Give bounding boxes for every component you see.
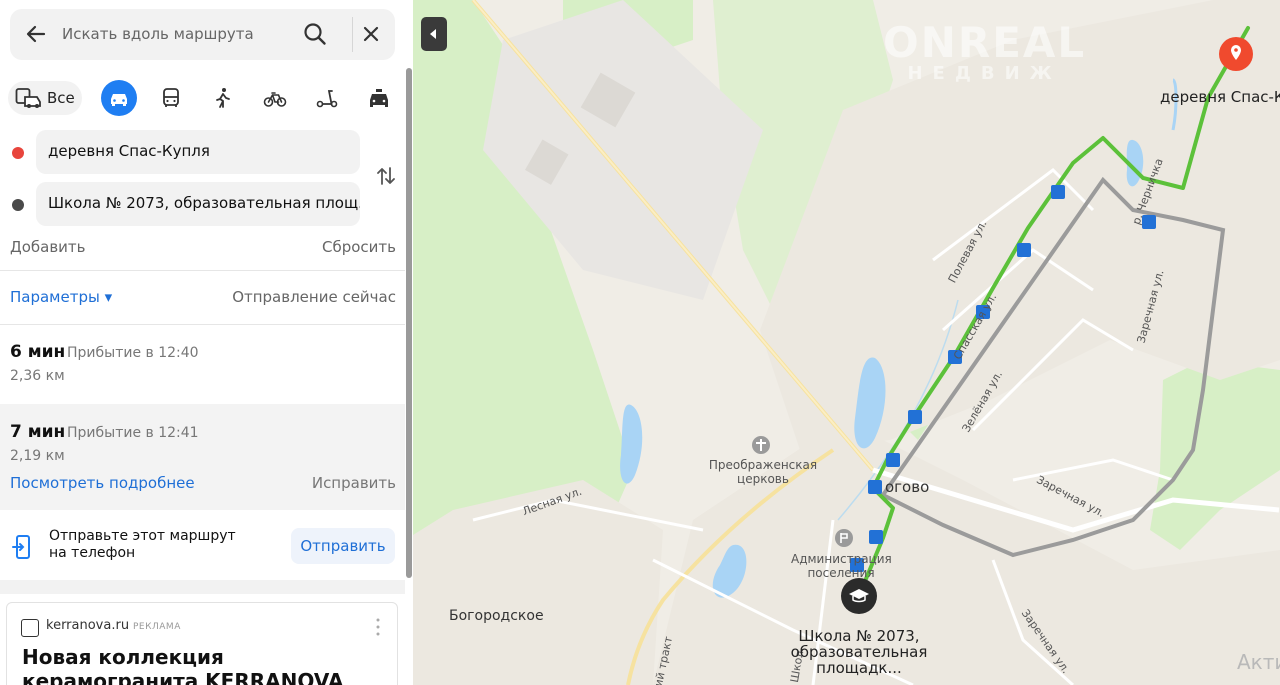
- route-distance: 2,19 км: [10, 448, 65, 464]
- ad-title[interactable]: Новая коллекция керамогранита KERRANOVA: [22, 645, 392, 685]
- route-point-from: деревня Спас-Купля: [0, 130, 413, 174]
- section-gap: [0, 580, 405, 594]
- school-pin[interactable]: [841, 578, 877, 614]
- destination-label[interactable]: деревня Спас-Купля: [1160, 88, 1280, 106]
- to-dot-icon: [12, 199, 24, 211]
- divider: [0, 324, 405, 325]
- map-label-bogorodskoe: Богородское: [449, 608, 544, 624]
- taxi-icon: [370, 89, 388, 107]
- from-dot-icon: [12, 147, 24, 159]
- search-icon[interactable]: [302, 21, 328, 47]
- send-button[interactable]: Отправить: [291, 528, 395, 564]
- ad-site[interactable]: kerranova.ru: [46, 618, 129, 633]
- route-time: 7 мин: [10, 422, 66, 442]
- ad-card[interactable]: kerranova.ru РЕКЛАМА Новая коллекция кер…: [6, 602, 398, 685]
- map-label-village: огово: [885, 478, 930, 496]
- taxi-mode-button[interactable]: [361, 80, 397, 116]
- swap-icon[interactable]: [374, 164, 398, 188]
- watermark-logo: ONREAL НЕДВИЖ: [883, 18, 1086, 84]
- transport-modes: Все: [8, 80, 408, 116]
- add-point-link[interactable]: Добавить: [10, 238, 86, 256]
- bus-icon: [163, 88, 179, 107]
- params-row: Параметры ▾ Отправление сейчас: [10, 288, 396, 306]
- map-label-church[interactable]: Преображенская церковь: [703, 458, 823, 486]
- params-dropdown[interactable]: Параметры ▾: [10, 288, 112, 306]
- back-arrow-icon[interactable]: [24, 22, 48, 46]
- search-divider: [352, 17, 353, 52]
- fix-link[interactable]: Исправить: [312, 474, 396, 492]
- location-pin-icon: [1231, 45, 1241, 60]
- send-to-phone: Отправьте этот маршрут на телефон Отправ…: [0, 512, 405, 580]
- reset-link[interactable]: Сбросить: [322, 238, 396, 256]
- all-modes-label: Все: [47, 89, 75, 107]
- watermark-text: ONREAL: [883, 18, 1087, 67]
- search-input[interactable]: Искать вдоль маршрута: [62, 25, 254, 43]
- more-options-icon[interactable]: [376, 618, 380, 636]
- to-field[interactable]: Школа № 2073, образовательная площ...: [36, 182, 360, 226]
- all-modes-button[interactable]: Все: [8, 81, 82, 115]
- close-icon[interactable]: [360, 23, 382, 45]
- car-bus-icon: [15, 88, 41, 108]
- map-view[interactable]: ONREAL НЕДВИЖ Богородское Преображенская …: [413, 0, 1280, 685]
- forest-area: [1150, 360, 1280, 550]
- route-arrival: Прибытие в 12:41: [67, 425, 199, 441]
- lake: [620, 404, 643, 484]
- site-favicon-icon: [21, 619, 39, 637]
- car-icon: [111, 94, 127, 106]
- map-label-corner: Акти: [1237, 650, 1280, 674]
- bus-mode-button[interactable]: [153, 80, 189, 116]
- bike-mode-button[interactable]: [257, 80, 293, 116]
- departure-time[interactable]: Отправление сейчас: [232, 288, 396, 306]
- phone-send-icon: [12, 535, 30, 559]
- walk-icon: [216, 88, 230, 108]
- scooter-mode-button[interactable]: [309, 80, 345, 116]
- watermark-subtext: НЕДВИЖ: [907, 63, 1062, 84]
- panel-scrollbar[interactable]: [406, 68, 412, 578]
- point-actions: Добавить Сбросить: [10, 238, 396, 256]
- divider: [0, 270, 405, 271]
- send-text: Отправьте этот маршрут на телефон: [49, 528, 236, 561]
- map-label-admin[interactable]: Администрация поселения: [791, 552, 892, 580]
- destination-pin[interactable]: [1219, 37, 1253, 71]
- graduation-cap-icon: [849, 589, 869, 603]
- scooter-icon: [316, 90, 338, 108]
- route-panel: Искать вдоль маршрута Все деревня Спас-К…: [0, 0, 413, 685]
- route-arrival: Прибытие в 12:40: [67, 345, 199, 361]
- walk-mode-button[interactable]: [205, 80, 241, 116]
- details-link[interactable]: Посмотреть подробнее: [10, 474, 195, 492]
- route-search-bar: Искать вдоль маршрута: [10, 9, 395, 60]
- chevron-left-icon: [430, 29, 436, 39]
- collapse-panel-button[interactable]: [421, 17, 447, 51]
- from-field[interactable]: деревня Спас-Купля: [36, 130, 360, 174]
- school-label[interactable]: Школа № 2073, образовательная площадк...: [785, 628, 933, 676]
- route-time: 6 мин: [10, 342, 66, 362]
- route-distance: 2,36 км: [10, 368, 65, 384]
- route-point-to: Школа № 2073, образовательная площ...: [0, 182, 413, 226]
- car-mode-button[interactable]: [101, 80, 137, 116]
- bike-icon: [263, 92, 287, 107]
- ad-tag: РЕКЛАМА: [133, 622, 181, 632]
